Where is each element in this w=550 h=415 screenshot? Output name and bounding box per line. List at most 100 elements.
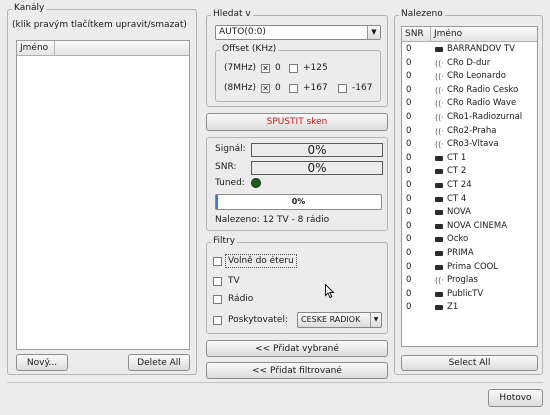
found-row[interactable]: 0 ((· CRo1-Radiozurnal xyxy=(402,111,537,124)
tv-icon xyxy=(435,223,443,229)
add-filtered-button[interactable]: << Přidat filtrované xyxy=(206,362,388,379)
tv-icon xyxy=(435,251,443,256)
found-row-name: BARRANDOV TV xyxy=(447,44,515,54)
offset-7mhz-125-label: +125 xyxy=(303,63,328,73)
found-row[interactable]: 0 PublicTV xyxy=(402,288,537,301)
tv-icon xyxy=(435,155,443,161)
found-row[interactable]: 0 ((· CRo Leonardo xyxy=(402,70,537,83)
search-select-value: AUTO(0:0) xyxy=(219,27,266,37)
found-row[interactable]: 0 ((· Proglas xyxy=(402,274,537,287)
found-row-name: Z1 xyxy=(447,302,459,313)
filters-title: Filtry xyxy=(211,236,238,246)
tuned-indicator xyxy=(251,178,261,188)
found-row-snr: 0 xyxy=(406,180,412,190)
progress-value: 0% xyxy=(291,197,306,206)
found-col-name[interactable]: Jméno xyxy=(431,27,537,41)
found-row-name: Prima COOL xyxy=(447,261,499,272)
offset-8mhz-label: (8MHz) xyxy=(224,83,257,93)
found-row-name: Proglas xyxy=(447,275,478,286)
select-all-button[interactable]: Select All xyxy=(401,355,538,371)
provider-select[interactable]: CESKE RADIOK ▼ xyxy=(297,312,382,328)
found-row[interactable]: 0 Z1 xyxy=(402,301,537,314)
found-row[interactable]: 0 Ocko xyxy=(402,233,537,246)
found-row[interactable]: 0 CT 2 xyxy=(402,165,537,178)
found-row[interactable]: 0 ((· CRo Radio Wave xyxy=(402,97,537,110)
found-row[interactable]: 0 CT 1 xyxy=(402,152,537,165)
offset-8mhz-167-checkbox[interactable] xyxy=(289,84,298,93)
found-list[interactable]: SNR Jméno 0 BARRANDOV TV 0 ((· CRo D-dur 0 ((·… xyxy=(401,26,538,347)
offset-8mhz-0-checkbox[interactable]: ✕ xyxy=(261,84,270,93)
found-row[interactable]: 0 CT 4 xyxy=(402,193,537,206)
found-row-snr: 0 xyxy=(406,261,412,272)
radio-filter-checkbox[interactable] xyxy=(213,295,222,304)
found-row-name: CRo D-dur xyxy=(447,57,491,68)
add-selected-button[interactable]: << Přidat vybrané xyxy=(206,340,388,357)
found-row-name: CRo Radio Cesko xyxy=(447,84,519,95)
channels-title: Kanály xyxy=(12,3,47,13)
found-row[interactable]: 0 NOVA CINEMA xyxy=(402,220,537,233)
tv-icon xyxy=(435,237,443,243)
offset-8mhz-minus167-checkbox[interactable] xyxy=(338,84,347,93)
found-row-name: CT 24 xyxy=(447,180,472,190)
tuned-label: Tuned: xyxy=(215,178,245,188)
offset-7mhz-0-checkbox[interactable]: ✕ xyxy=(261,64,270,73)
channels-list-header: Jméno xyxy=(17,41,189,56)
found-row-snr: 0 xyxy=(406,234,412,245)
tv-icon xyxy=(435,169,443,175)
found-row-name: NOVA CINEMA xyxy=(447,220,508,231)
filters-group: Filtry Volně do éteru TV Rádio Poskytova… xyxy=(206,236,388,334)
found-row[interactable]: 0 ((· CRo2-Praha xyxy=(402,125,537,138)
found-row[interactable]: 0 Prima COOL xyxy=(402,261,537,274)
offset-7mhz-125-checkbox[interactable] xyxy=(289,64,298,73)
found-row-snr: 0 xyxy=(406,44,412,54)
free-to-air-label[interactable]: Volně do éteru xyxy=(225,254,297,268)
tv-icon xyxy=(435,47,443,52)
snr-value: 0% xyxy=(307,161,327,175)
done-button[interactable]: Hotovo xyxy=(488,389,543,407)
channels-list[interactable]: Jméno xyxy=(16,40,190,350)
found-row[interactable]: 0 ((· CRo3-Vltava xyxy=(402,138,537,151)
search-select[interactable]: AUTO(0:0) ▼ xyxy=(215,25,381,40)
found-row-snr: 0 xyxy=(406,71,412,82)
found-row-name: CRo Leonardo xyxy=(447,71,506,82)
found-row[interactable]: 0 PRIMA xyxy=(402,247,537,260)
channels-col-name[interactable]: Jméno xyxy=(17,41,55,55)
found-row-name: PRIMA xyxy=(447,248,474,258)
delete-all-button[interactable]: Delete All xyxy=(128,354,190,371)
tv-filter-checkbox[interactable] xyxy=(213,277,222,286)
found-row[interactable]: 0 ((· CRo D-dur xyxy=(402,57,537,70)
found-row-snr: 0 xyxy=(406,57,412,68)
provider-filter-checkbox[interactable] xyxy=(213,316,222,325)
chevron-down-icon: ▼ xyxy=(367,26,380,39)
found-row[interactable]: 0 ((· CRo Radio Cesko xyxy=(402,84,537,97)
signal-bar: 0% xyxy=(251,143,383,157)
radio-icon: ((· xyxy=(435,99,444,109)
signal-value: 0% xyxy=(307,143,327,157)
found-col-snr[interactable]: SNR xyxy=(402,27,431,41)
found-row-snr: 0 xyxy=(406,207,412,218)
search-title: Hledat v xyxy=(211,9,253,19)
found-row-name: NOVA xyxy=(447,207,471,218)
found-row-name: CT 2 xyxy=(447,166,467,177)
new-channel-button[interactable]: Nový... xyxy=(16,354,68,371)
tv-filter-label: TV xyxy=(228,276,240,286)
tv-icon xyxy=(435,210,443,216)
search-group: Hledat v AUTO(0:0) ▼ Offset (KHz) (7MHz)… xyxy=(206,9,388,107)
found-row[interactable]: 0 CT 24 xyxy=(402,179,537,192)
tv-icon xyxy=(435,291,443,297)
found-row-snr: 0 xyxy=(406,125,412,136)
tv-icon xyxy=(435,196,443,202)
signal-label: Signál: xyxy=(215,144,246,154)
radio-filter-label: Rádio xyxy=(228,294,254,304)
scan-button[interactable]: SPUSTIT sken xyxy=(206,113,388,131)
mouse-pointer-icon xyxy=(325,284,335,299)
found-row[interactable]: 0 BARRANDOV TV xyxy=(402,43,537,56)
found-row-name: Ocko xyxy=(447,234,469,245)
found-row-snr: 0 xyxy=(406,220,412,231)
found-row[interactable]: 0 NOVA xyxy=(402,206,537,219)
footer-divider xyxy=(7,382,543,383)
free-to-air-checkbox[interactable] xyxy=(213,257,222,266)
radio-icon: ((· xyxy=(435,140,444,150)
found-row-name: CT 4 xyxy=(447,193,467,204)
offset-group: Offset (KHz) (7MHz) ✕ 0 +125 (8MHz) ✕ 0 … xyxy=(215,44,381,102)
